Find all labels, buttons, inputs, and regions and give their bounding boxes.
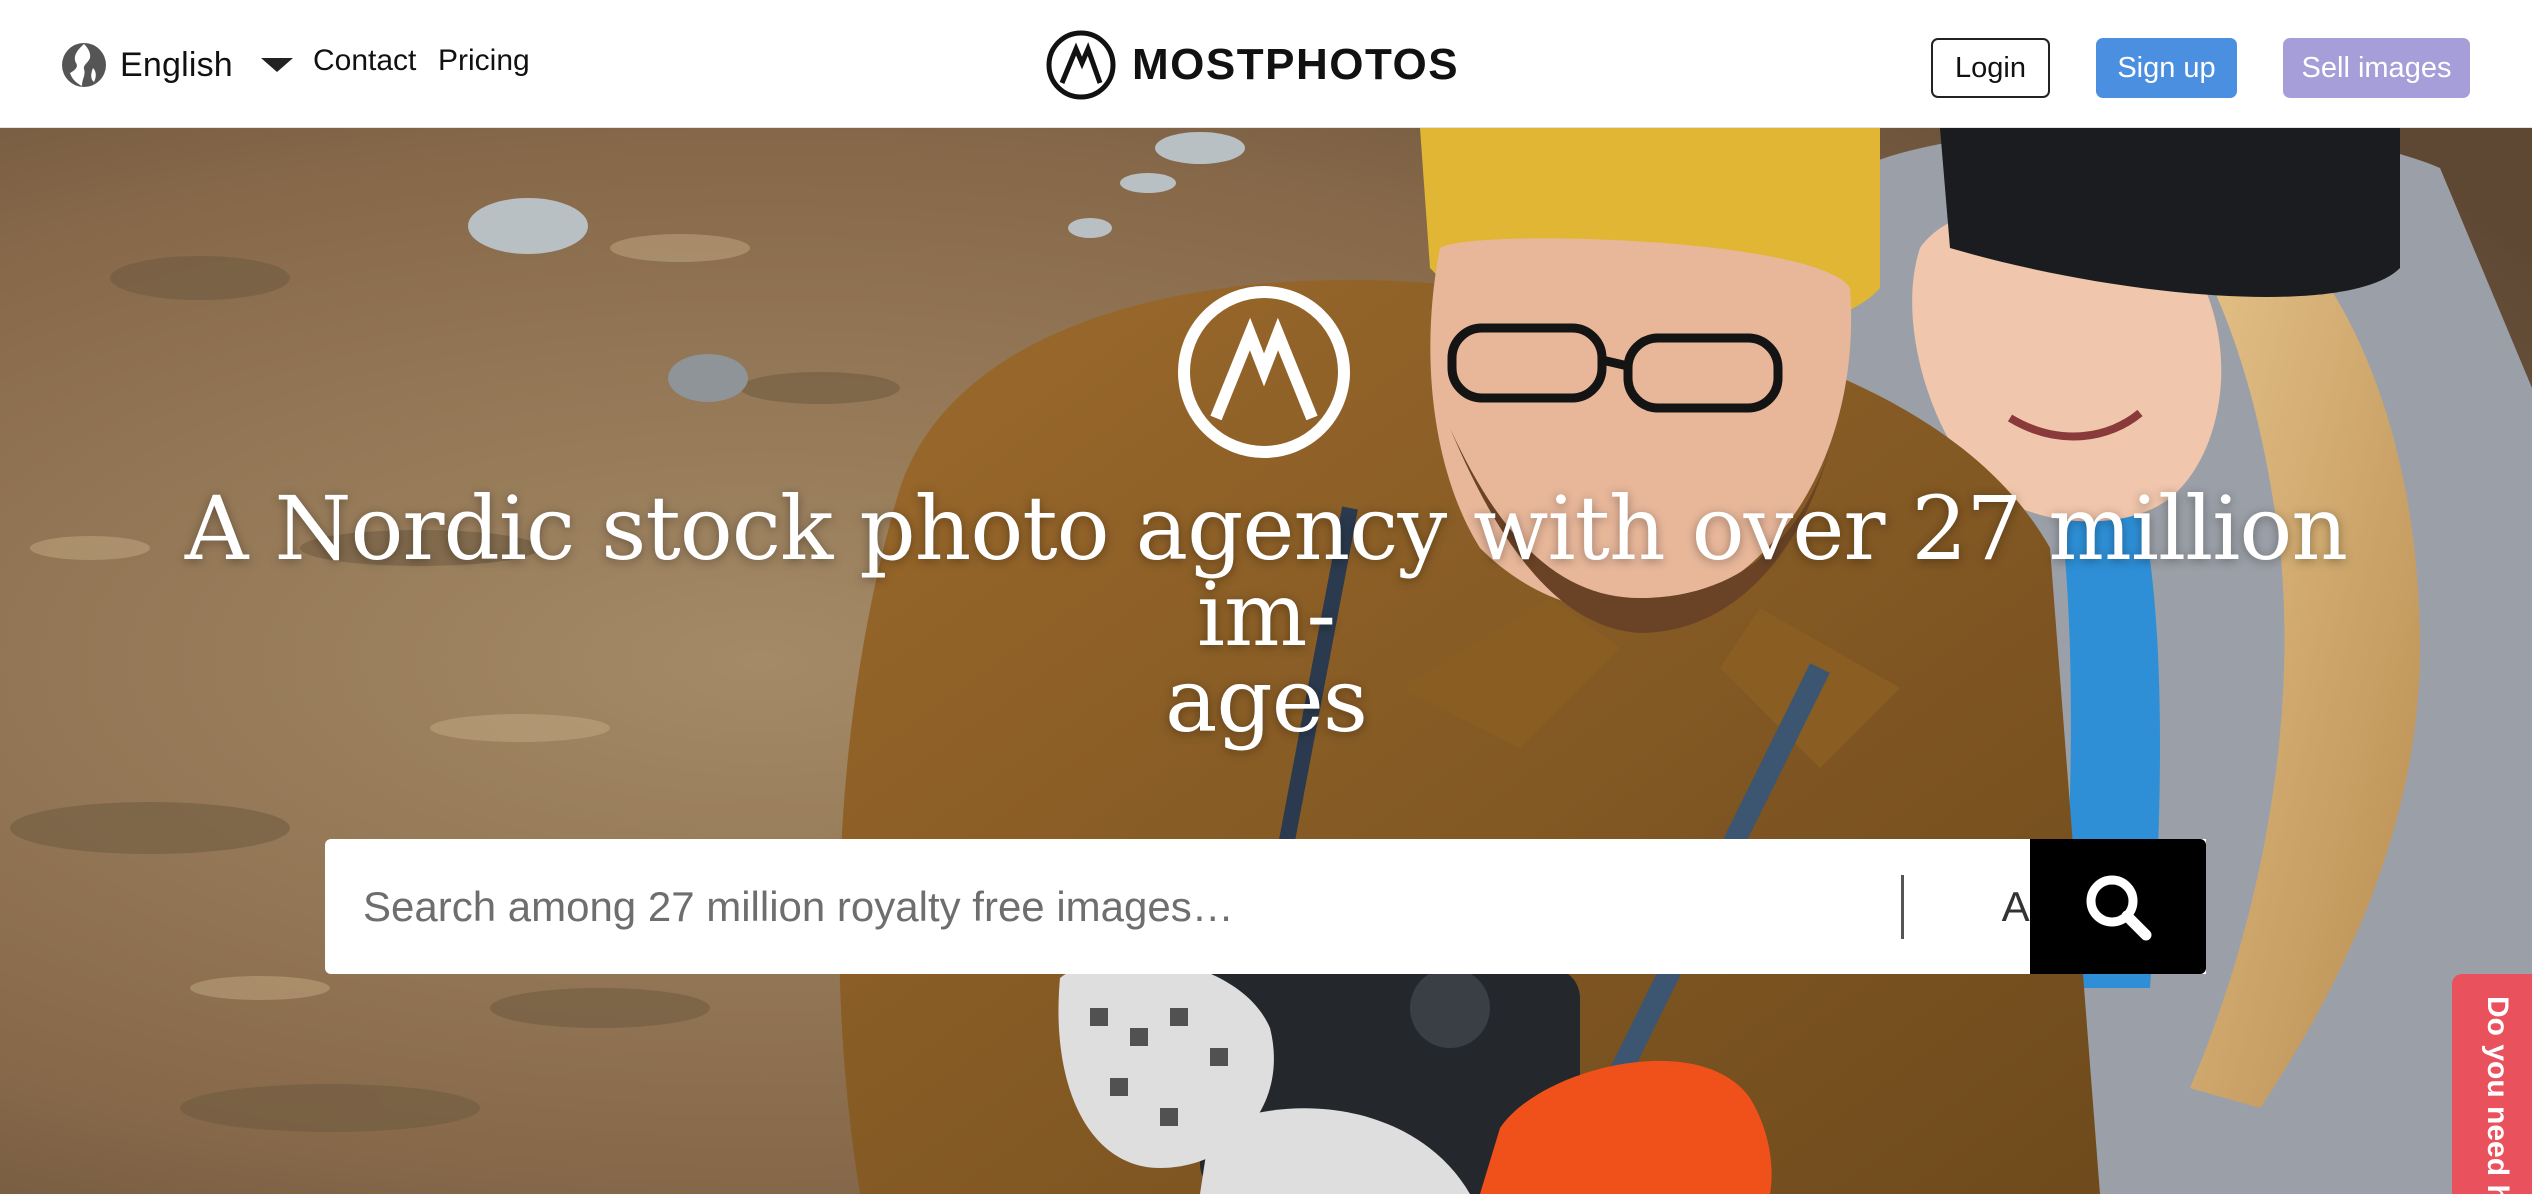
hero-section: A Nordic stock photo agency with over 27… [0,128,2532,1194]
brand-logo-link[interactable]: MOSTPHOTOS [1046,30,1459,100]
help-tab[interactable]: Do you need h [2452,974,2532,1194]
nav-pricing-link[interactable]: Pricing [438,44,530,78]
chevron-down-icon [260,58,293,72]
sell-images-button[interactable]: Sell images [2283,38,2470,98]
search-icon [2086,875,2152,940]
globe-icon [62,43,106,87]
hero-title-line-1: A Nordic stock photo agency with over 27… [184,477,2348,666]
mostphotos-logo-icon [1046,30,1116,100]
brand-name: MOSTPHOTOS [1132,40,1460,89]
signup-button[interactable]: Sign up [2096,38,2237,98]
search-bar: All [325,839,2206,974]
language-label: English [120,45,233,84]
help-tab-label: Do you need h [2481,996,2514,1194]
language-selector[interactable]: English [60,40,293,90]
login-button[interactable]: Login [1931,38,2050,98]
hero-title: A Nordic stock photo agency with over 27… [126,485,2406,745]
hero-title-line-2: ages [1164,649,1368,752]
search-input[interactable] [325,839,1901,974]
mostphotos-logo-icon [1178,286,1350,458]
site-header: English Contact Pricing MOSTPHOTOS Login… [0,0,2532,128]
nav-contact-link[interactable]: Contact [313,44,416,78]
search-button[interactable] [2030,839,2206,974]
